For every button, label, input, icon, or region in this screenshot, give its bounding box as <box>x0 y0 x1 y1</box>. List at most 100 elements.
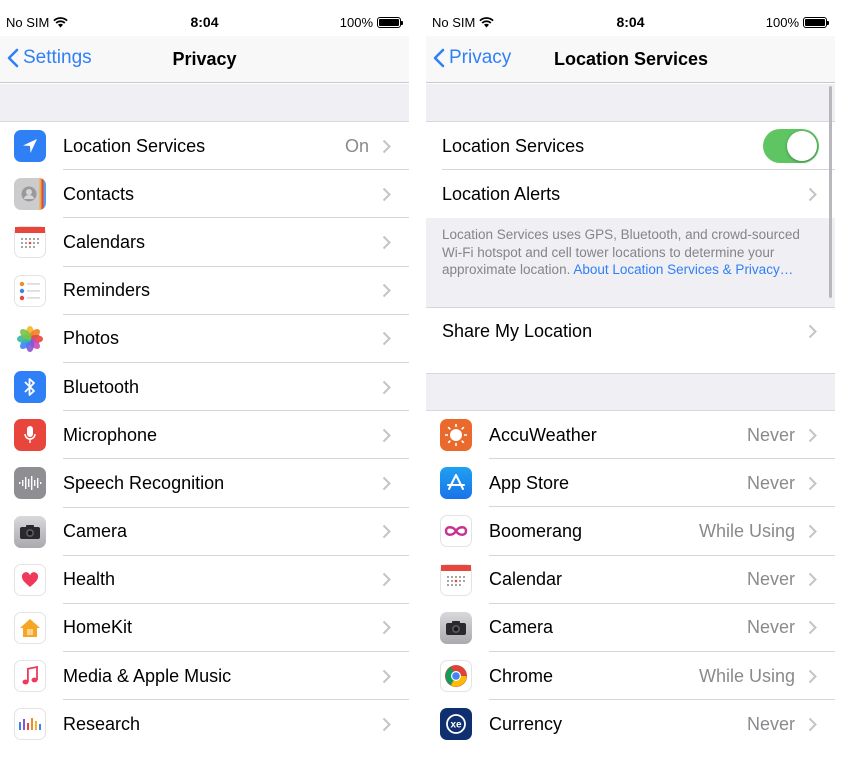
row-label: Location Services <box>63 135 206 156</box>
back-button[interactable]: Privacy <box>433 47 511 69</box>
scrollbar[interactable] <box>829 86 832 298</box>
sun-icon <box>440 419 472 452</box>
app-store-icon <box>440 467 472 500</box>
row-value: Never <box>746 424 795 445</box>
camera-icon <box>440 611 472 644</box>
row-label: Contacts <box>63 183 135 204</box>
chevron-right-icon <box>808 669 817 683</box>
row-app-accuweather[interactable]: AccuWeather Never <box>426 411 835 460</box>
location-footer-note: Location Services uses GPS, Bluetooth, a… <box>426 218 835 307</box>
camera-icon <box>14 515 46 548</box>
row-bluetooth[interactable]: Bluetooth <box>0 362 409 412</box>
row-label: Bluetooth <box>63 376 140 397</box>
row-app-chrome[interactable]: Chrome While Using <box>426 651 835 701</box>
row-contacts[interactable]: Contacts <box>0 170 409 219</box>
battery-icon <box>377 17 403 28</box>
xe-currency-icon: xe <box>440 708 472 741</box>
row-label: AccuWeather <box>489 424 597 445</box>
row-label: Microphone <box>63 424 158 445</box>
battery-group: 100% <box>339 15 403 30</box>
row-label: Photos <box>63 328 120 349</box>
chevron-right-icon <box>808 428 817 442</box>
row-label: Share My Location <box>442 321 593 342</box>
photos-flower-icon <box>14 322 46 355</box>
row-app-currency[interactable]: xe Currency Never <box>426 700 835 749</box>
chevron-right-icon <box>382 717 391 732</box>
location-arrow-icon <box>14 130 46 163</box>
location-services-screen: No SIM 8:04 100% Privacy Location Servic… <box>426 0 835 782</box>
row-app-boomerang[interactable]: Boomerang While Using <box>426 507 835 556</box>
bluetooth-icon <box>14 371 46 404</box>
location-services-switch[interactable] <box>763 129 819 164</box>
svg-text:xe: xe <box>450 720 462 731</box>
chevron-right-icon <box>382 187 391 201</box>
row-label: Boomerang <box>489 520 583 541</box>
page-title: Privacy <box>172 49 237 69</box>
row-reminders[interactable]: Reminders <box>0 266 409 315</box>
row-value: Never <box>746 472 795 493</box>
status-bar: No SIM 8:04 100% <box>426 0 835 36</box>
privacy-list: Location Services On Contacts Calendars <box>0 122 409 749</box>
research-bars-icon <box>14 708 46 741</box>
battery-percent: 100% <box>339 15 373 30</box>
row-app-app-store[interactable]: App Store Never <box>426 459 835 508</box>
row-app-camera[interactable]: Camera Never <box>426 603 835 652</box>
chevron-right-icon <box>382 139 391 153</box>
chevron-right-icon <box>382 573 391 587</box>
row-value: While Using <box>698 665 795 686</box>
row-label: Calendar <box>489 569 563 590</box>
row-camera[interactable]: Camera <box>0 507 409 556</box>
row-label: Camera <box>489 617 554 638</box>
privacy-screen: No SIM 8:04 100% Settings Privacy Locati… <box>0 0 409 782</box>
status-bar: No SIM 8:04 100% <box>0 0 409 36</box>
chevron-right-icon <box>382 476 391 491</box>
row-value: Never <box>746 713 795 734</box>
row-research[interactable]: Research <box>0 700 409 749</box>
chevron-left-icon <box>433 48 445 68</box>
row-label: Speech Recognition <box>63 472 225 493</box>
chevron-right-icon <box>382 380 391 394</box>
chevron-right-icon <box>808 524 817 539</box>
row-health[interactable]: Health <box>0 555 409 604</box>
chevron-right-icon <box>382 283 391 298</box>
row-share-my-location[interactable]: Share My Location <box>426 307 835 357</box>
battery-group: 100% <box>765 15 829 30</box>
chevron-right-icon <box>382 524 391 539</box>
row-value: While Using <box>698 520 795 541</box>
row-homekit[interactable]: HomeKit <box>0 603 409 653</box>
chrome-icon <box>440 660 472 693</box>
row-value: Never <box>746 569 795 590</box>
row-label: Reminders <box>63 280 151 301</box>
row-calendars[interactable]: Calendars <box>0 218 409 267</box>
row-photos[interactable]: Photos <box>0 314 409 363</box>
chevron-right-icon <box>382 332 391 346</box>
row-value: Never <box>746 617 795 638</box>
about-location-link[interactable]: About Location Services & Privacy… <box>573 262 793 277</box>
back-label: Privacy <box>449 47 512 68</box>
row-label: Location Services <box>442 135 585 156</box>
row-label: Research <box>63 713 141 734</box>
reminders-icon <box>14 274 46 307</box>
battery-icon <box>803 17 829 28</box>
row-value: On <box>344 135 369 156</box>
chevron-right-icon <box>808 325 817 339</box>
microphone-icon <box>14 419 46 452</box>
row-label: Chrome <box>489 665 554 686</box>
row-media-apple-music[interactable]: Media & Apple Music <box>0 652 409 701</box>
chevron-right-icon <box>382 669 391 683</box>
row-speech-recognition[interactable]: Speech Recognition <box>0 459 409 508</box>
navigation-bar: Privacy Location Services <box>426 36 835 83</box>
row-label: Health <box>63 569 116 590</box>
app-location-list: AccuWeather Never App Store Never Boomer… <box>426 411 835 749</box>
row-app-calendar[interactable]: Calendar Never <box>426 555 835 604</box>
row-label: Currency <box>489 713 563 734</box>
row-label: HomeKit <box>63 617 133 638</box>
row-location-alerts[interactable]: Location Alerts <box>426 170 835 219</box>
heart-icon <box>14 563 46 596</box>
battery-percent: 100% <box>765 15 799 30</box>
row-microphone[interactable]: Microphone <box>0 411 409 460</box>
calendar-icon <box>14 226 46 259</box>
chevron-right-icon <box>808 621 817 635</box>
row-location-services[interactable]: Location Services On <box>0 122 409 171</box>
row-label: App Store <box>489 472 570 493</box>
